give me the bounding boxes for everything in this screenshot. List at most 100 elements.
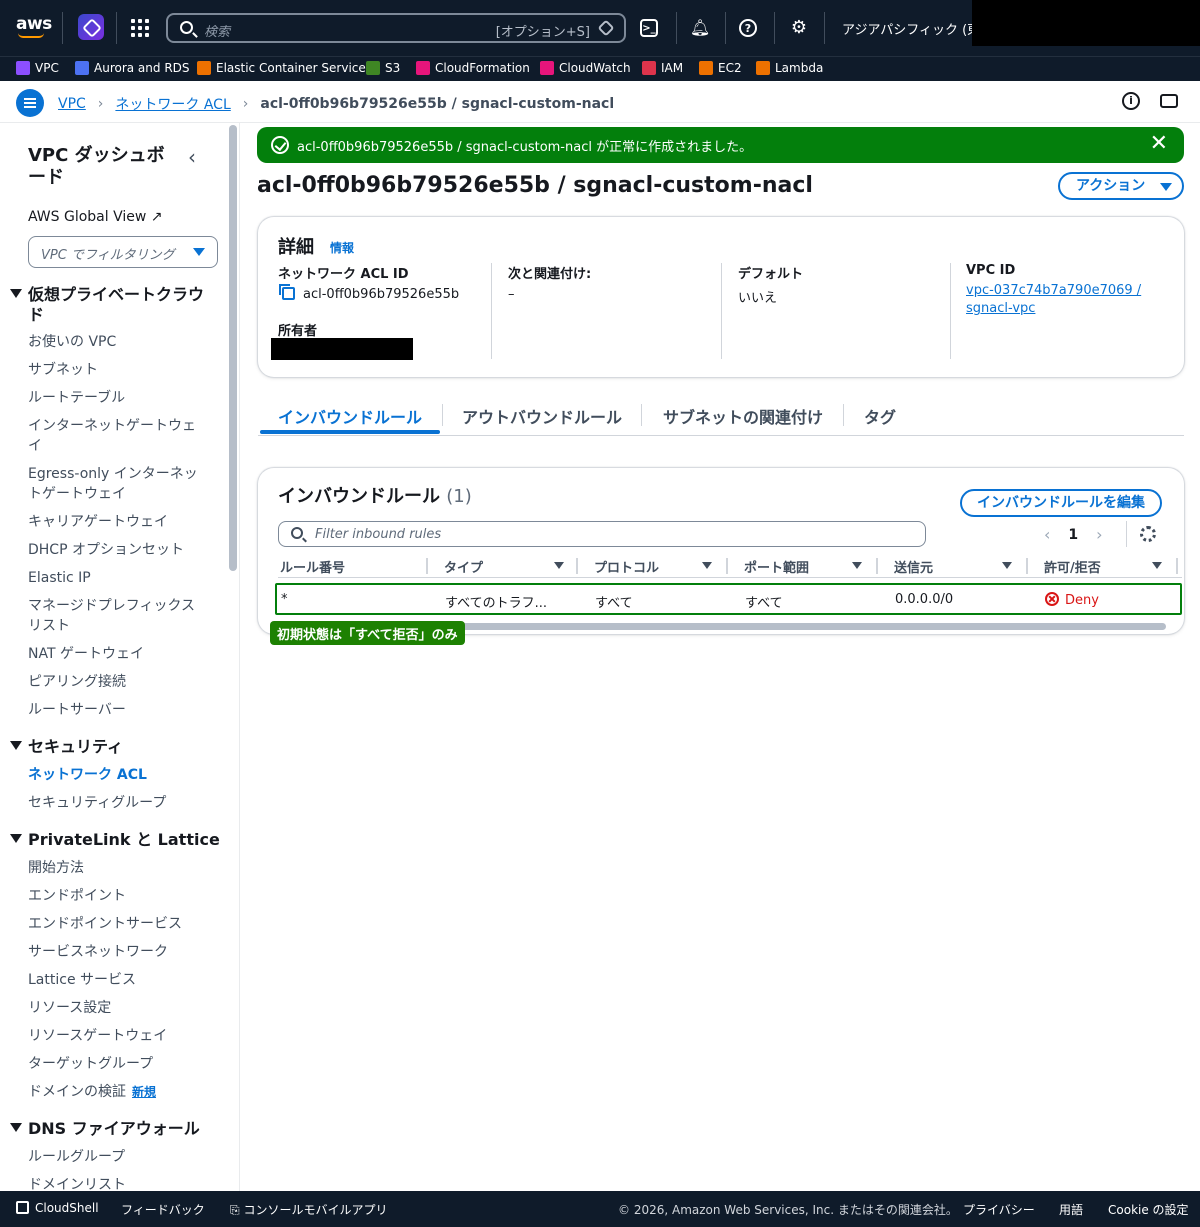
sidebar-item-nat-gateways[interactable]: NAT ゲートウェイ — [28, 644, 208, 664]
column-header-port-range[interactable]: ポート範囲 — [744, 557, 868, 576]
cookie-settings-link[interactable]: Cookie の設定 — [1108, 1201, 1189, 1218]
sidebar-item-route-servers[interactable]: ルートサーバー — [28, 700, 208, 720]
vpc-id-link-line2[interactable]: sgnacl-vpc — [966, 301, 1035, 316]
sidebar-item-domain-lists[interactable]: ドメインリスト — [28, 1175, 208, 1191]
column-header-protocol[interactable]: プロトコル — [594, 557, 718, 576]
info-icon[interactable]: i — [1122, 92, 1140, 110]
tab-inbound-rules[interactable]: インバウンドルール — [278, 404, 422, 428]
favorite-cloudwatch[interactable]: CloudWatch — [540, 61, 631, 75]
info-link[interactable]: 情報 — [330, 239, 354, 256]
close-icon[interactable]: ✕ — [1150, 131, 1168, 156]
column-header-rule-number[interactable]: ルール番号 — [280, 557, 345, 576]
favorite-s3[interactable]: S3 — [366, 61, 400, 75]
sidebar-item-internet-gateways[interactable]: インターネットゲートウェイ — [28, 416, 208, 456]
actions-dropdown-button[interactable]: アクション — [1058, 172, 1184, 200]
vpc-filter-select[interactable]: VPC でフィルタリング — [28, 236, 218, 268]
column-divider[interactable] — [726, 558, 728, 574]
sidebar-item-target-groups[interactable]: ターゲットグループ — [28, 1054, 208, 1074]
sidebar-item-domain-verification[interactable]: ドメインの検証 新規 — [28, 1082, 208, 1102]
sidebar-item-carrier-gateways[interactable]: キャリアゲートウェイ — [28, 512, 208, 532]
global-view-label: AWS Global View — [28, 209, 147, 225]
aws-logo[interactable]: aws — [16, 14, 52, 38]
sidebar-item-security-groups[interactable]: セキュリティグループ — [28, 793, 208, 813]
sidebar-item-dhcp-options[interactable]: DHCP オプションセット — [28, 540, 208, 560]
column-header-source[interactable]: 送信元 — [894, 557, 1018, 576]
global-view-link[interactable]: AWS Global View ↗ — [28, 209, 163, 225]
amazon-q-icon[interactable] — [78, 14, 104, 40]
sidebar-item-service-networks[interactable]: サービスネットワーク — [28, 942, 208, 962]
favorite-cloudformation[interactable]: CloudFormation — [416, 61, 530, 75]
vpc-id-link[interactable]: vpc-037c74b7a790e7069 / sgnacl-vpc — [966, 283, 1141, 320]
sidebar-item-egress-only-igw[interactable]: Egress-only インターネットゲートウェイ — [28, 464, 208, 504]
sidebar-item-endpoints[interactable]: エンドポイント — [28, 886, 208, 906]
sidebar-item-resource-gateways[interactable]: リソースゲートウェイ — [28, 1026, 208, 1046]
table-row[interactable]: * すべてのトラフ... すべて すべて 0.0.0.0/0 Deny — [275, 583, 1182, 615]
sidebar-item-elastic-ip[interactable]: Elastic IP — [28, 568, 208, 588]
mobile-app-link[interactable]: ⎘ コンソールモバイルアプリ — [230, 1201, 387, 1218]
external-link-icon: ↗ — [150, 209, 163, 225]
column-divider[interactable] — [876, 558, 878, 574]
favorite-lambda[interactable]: Lambda — [756, 61, 823, 75]
sidebar-title[interactable]: VPC ダッシュボード — [28, 145, 178, 189]
column-divider[interactable] — [1176, 558, 1178, 574]
sidebar-section-dns-firewall[interactable]: DNS ファイアウォール — [10, 1119, 200, 1139]
feedback-link[interactable]: フィードバック — [121, 1201, 205, 1218]
column-divider[interactable] — [426, 558, 428, 574]
help-icon[interactable]: ? — [739, 19, 757, 37]
sidebar-item-peering[interactable]: ピアリング接続 — [28, 672, 208, 692]
breadcrumb-network-acl[interactable]: ネットワーク ACL — [115, 94, 230, 114]
association-field: 次と関連付け: – — [508, 263, 591, 302]
favorite-vpc[interactable]: VPC — [16, 61, 59, 75]
sidebar-item-route-tables[interactable]: ルートテーブル — [28, 388, 208, 408]
vpc-id-link-line1[interactable]: vpc-037c74b7a790e7069 / — [966, 283, 1141, 298]
sidebar-item-subnets[interactable]: サブネット — [28, 360, 208, 380]
caret-down-icon — [10, 289, 22, 298]
sidebar-item-network-acl[interactable]: ネットワーク ACL — [28, 765, 208, 785]
sidebar-item-lattice-services[interactable]: Lattice サービス — [28, 970, 208, 990]
sidebar-item-endpoint-services[interactable]: エンドポイントサービス — [28, 914, 208, 934]
favorite-ec2[interactable]: EC2 — [699, 61, 742, 75]
chevron-left-icon[interactable]: ‹ — [188, 145, 196, 169]
column-header-allow-deny[interactable]: 許可/拒否 — [1044, 557, 1168, 576]
column-header-type[interactable]: タイプ — [444, 557, 568, 576]
cloudshell-icon[interactable]: >_ — [640, 19, 658, 37]
column-divider[interactable] — [576, 558, 578, 574]
cloudshell-button[interactable]: CloudShell — [16, 1201, 99, 1215]
sidebar-item-resource-config[interactable]: リソース設定 — [28, 998, 208, 1018]
sidebar-item-getting-started[interactable]: 開始方法 — [28, 858, 208, 878]
tab-outbound-rules[interactable]: アウトバウンドルール — [462, 404, 622, 428]
edit-inbound-rules-button[interactable]: インバウンドルールを編集 — [960, 489, 1162, 517]
filter-inbound-rules-input[interactable]: Filter inbound rules — [278, 521, 926, 547]
sidebar-section-security[interactable]: セキュリティ — [10, 737, 123, 757]
tab-subnet-associations[interactable]: サブネットの関連付け — [663, 404, 823, 428]
sidebar-item-your-vpcs[interactable]: お使いの VPC — [28, 332, 208, 352]
sidebar-scrollbar[interactable] — [229, 125, 237, 571]
chevron-right-icon[interactable]: › — [1096, 525, 1102, 544]
bell-icon[interactable]: 🔔︎ — [689, 16, 711, 38]
column-divider[interactable] — [1026, 558, 1028, 574]
terms-link[interactable]: 用語 — [1059, 1201, 1083, 1218]
services-grid-icon[interactable] — [131, 19, 149, 37]
copy-icon[interactable] — [279, 284, 295, 300]
sidebar-section-vpc[interactable]: 仮想プライベートクラウド — [10, 285, 208, 325]
chevron-left-icon[interactable]: ‹ — [1044, 525, 1050, 544]
section-title: セキュリティ — [28, 737, 124, 756]
privacy-link[interactable]: プライバシー — [963, 1201, 1035, 1218]
favorite-aurora-rds[interactable]: Aurora and RDS — [75, 61, 190, 75]
gear-icon[interactable] — [1140, 526, 1156, 542]
breadcrumb-vpc[interactable]: VPC — [58, 96, 86, 112]
gear-icon[interactable]: ⚙ — [788, 16, 810, 38]
monitor-icon[interactable] — [1160, 94, 1178, 108]
favorite-ecs[interactable]: Elastic Container Service — [197, 61, 366, 75]
sidebar-item-rule-groups[interactable]: ルールグループ — [28, 1147, 208, 1167]
sidebar-section-privatelink[interactable]: PrivateLink と Lattice — [10, 830, 220, 850]
hamburger-menu-icon[interactable] — [16, 89, 44, 117]
global-search-input[interactable]: 検索 [オプション+S] — [166, 13, 626, 43]
current-page[interactable]: 1 — [1068, 527, 1078, 543]
sidebar-item-label: ドメインの検証 — [28, 1084, 126, 1100]
aws-logo-text: aws — [16, 14, 52, 34]
favorite-iam[interactable]: IAM — [642, 61, 683, 75]
tab-tags[interactable]: タグ — [864, 404, 896, 428]
sidebar-item-prefix-lists[interactable]: マネージドプレフィックスリスト — [28, 596, 208, 636]
column-divider — [950, 263, 951, 359]
